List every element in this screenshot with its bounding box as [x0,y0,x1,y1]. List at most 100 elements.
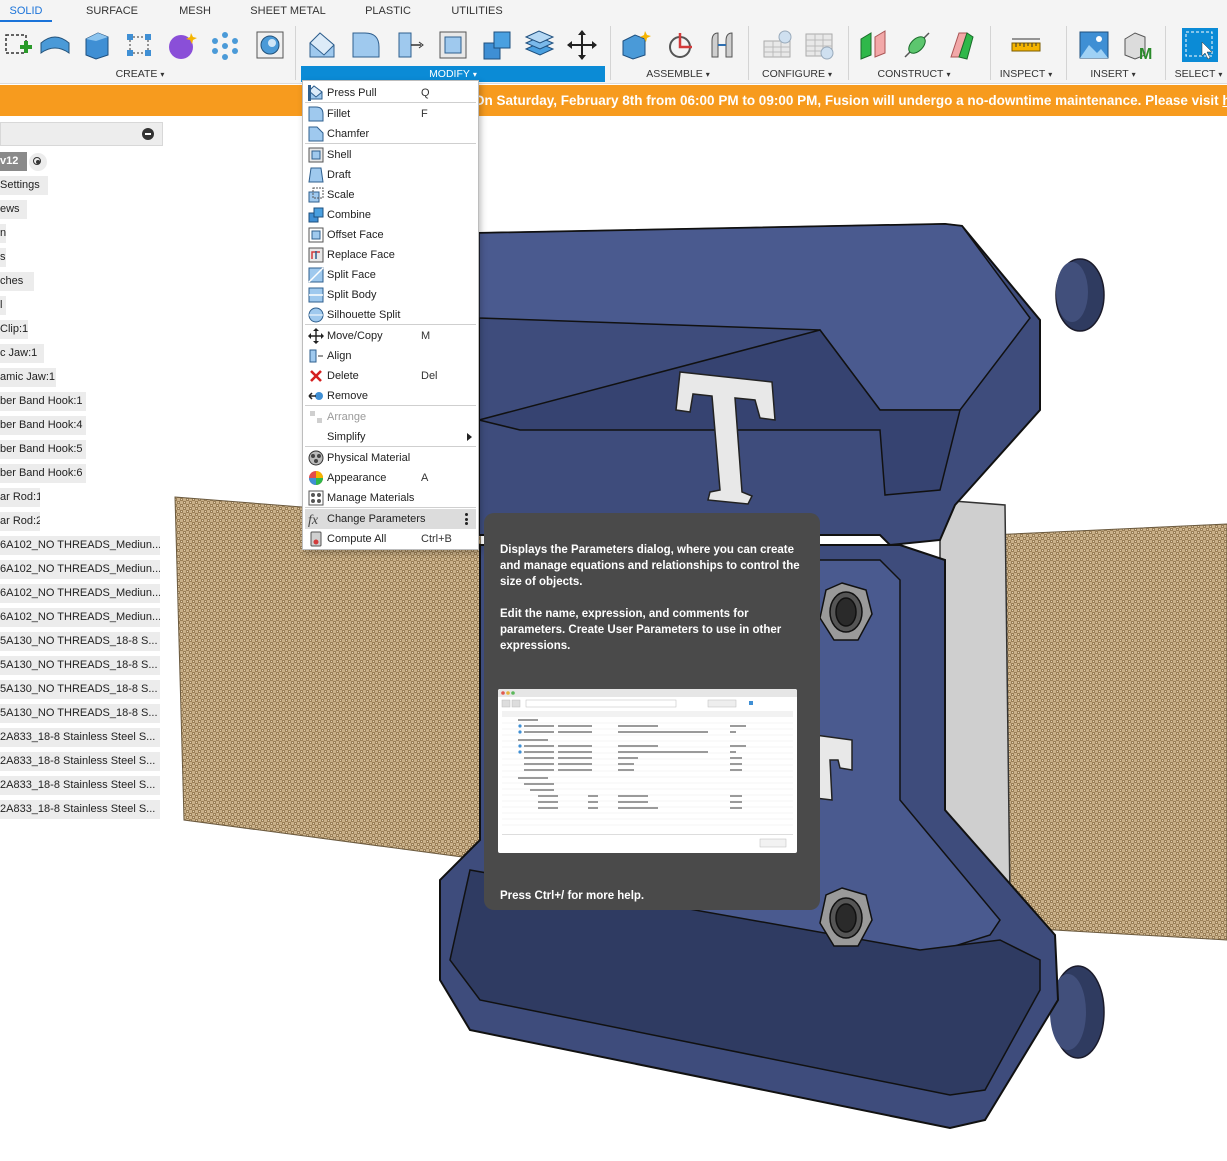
scale-toolbar-button[interactable] [522,25,558,65]
browser-item[interactable]: l [0,296,6,315]
browser-item[interactable]: c Jaw:1 [0,344,44,363]
offset-plane-button[interactable] [856,25,892,65]
assemble-group-label[interactable]: ASSEMBLE ▾ [630,66,726,82]
browser-item[interactable]: ches [0,272,34,291]
browser-item[interactable]: ber Band Hook:5 [0,440,86,459]
browser-item[interactable]: Settings [0,176,48,195]
browser-item[interactable]: 2A833_18-8 Stainless Steel S... [0,800,160,819]
move-toolbar-button[interactable] [565,25,601,65]
menu-item-shell[interactable]: Shell [305,145,476,165]
browser-item[interactable]: 6A102_NO THREADS_Mediun... [0,560,160,579]
configure-rule-button[interactable] [802,25,838,65]
browser-item[interactable]: ar Rod:1 [0,488,40,507]
combine-toolbar-button[interactable] [480,25,516,65]
collapse-icon[interactable] [142,128,154,140]
menu-item-replace-face[interactable]: Replace Face [305,245,476,265]
remove-icon [308,388,324,404]
tab-sheet-metal[interactable]: SHEET METAL [247,0,329,22]
browser-item[interactable]: 6A102_NO THREADS_Mediun... [0,584,160,603]
menu-item-label: Arrange [327,411,367,423]
new-component-button[interactable] [618,25,654,65]
toolbar-separator [1165,26,1166,80]
banner-link[interactable]: he [1222,93,1227,108]
joint-button[interactable] [663,25,699,65]
menu-item-simplify[interactable]: Simplify [305,427,476,447]
menu-item-chamfer[interactable]: Chamfer [305,124,476,144]
tab-plastic[interactable]: PLASTIC [359,0,417,22]
tab-utilities[interactable]: UTILITIES [448,0,506,22]
menu-item-remove[interactable]: Remove [305,386,476,406]
menu-item-draft[interactable]: Draft [305,165,476,185]
fillet-toolbar-button[interactable] [348,25,384,65]
browser-item[interactable]: 6A102_NO THREADS_Mediun... [0,536,160,555]
mirror-button[interactable] [252,25,288,65]
menu-item-split-face[interactable]: Split Face [305,265,476,285]
as-built-joint-button[interactable] [705,25,741,65]
menu-item-press-pull[interactable]: Press Pull Q [305,83,476,103]
shell-toolbar-button[interactable] [392,25,428,65]
point-button[interactable] [944,25,980,65]
browser-version-badge[interactable]: v12 [0,152,27,171]
create-group-label[interactable]: CREATE ▾ [100,66,180,82]
browser-item[interactable]: n [0,224,6,243]
menu-item-delete[interactable]: Delete Del [305,366,476,386]
create-sketch-button[interactable] [0,25,36,65]
menu-item-physical-material[interactable]: Physical Material [305,448,476,468]
menu-item-split-body[interactable]: Split Body [305,285,476,305]
configure-group-label[interactable]: CONFIGURE ▾ [752,66,842,82]
select-group-label[interactable]: SELECT ▾ [1170,66,1227,82]
menu-item-combine[interactable]: Combine [305,205,476,225]
inspect-group-label[interactable]: INSPECT ▾ [994,66,1058,82]
menu-item-silhouette-split[interactable]: Silhouette Split [305,305,476,325]
menu-separator [305,324,476,325]
form-button[interactable] [164,25,200,65]
menu-item-compute-all[interactable]: Compute All Ctrl+B [305,529,476,549]
browser-item[interactable]: ar Rod:2 [0,512,40,531]
browser-item[interactable]: 5A130_NO THREADS_18-8 S... [0,704,160,723]
browser-item[interactable]: ber Band Hook:1 [0,392,86,411]
menu-item-fillet[interactable]: Fillet F [305,104,476,124]
browser-item[interactable]: 6A102_NO THREADS_Mediun... [0,608,160,627]
extrude-button[interactable] [37,25,73,65]
active-component-icon[interactable] [29,153,47,171]
sketch-dimension-button[interactable] [121,25,157,65]
browser-item[interactable]: ber Band Hook:4 [0,416,86,435]
menu-item-appearance[interactable]: Appearance A [305,468,476,488]
axis-icon [904,32,930,58]
browser-item[interactable]: s [0,248,6,267]
browser-item[interactable]: 2A833_18-8 Stainless Steel S... [0,728,160,747]
draft-icon [308,167,324,183]
browser-item[interactable]: Clip:1 [0,320,28,339]
menu-item-change-parameters[interactable]: fx Change Parameters [305,509,476,529]
menu-item-move-copy[interactable]: Move/Copy M [305,326,476,346]
browser-item[interactable]: amic Jaw:1 [0,368,56,387]
insert-mcmaster-button[interactable]: M [1120,25,1156,65]
browser-item[interactable]: 2A833_18-8 Stainless Steel S... [0,752,160,771]
browser-item[interactable]: 5A130_NO THREADS_18-8 S... [0,632,160,651]
select-button[interactable] [1180,25,1220,65]
tab-mesh[interactable]: MESH [172,0,218,22]
insert-group-label[interactable]: INSERT ▾ [1078,66,1148,82]
more-options-icon[interactable] [465,513,468,525]
menu-item-offset-face[interactable]: Offset Face [305,225,476,245]
press-pull-toolbar-button[interactable] [305,25,341,65]
menu-item-align[interactable]: Align [305,346,476,366]
tab-solid[interactable]: SOLID [0,0,52,22]
browser-item[interactable]: 2A833_18-8 Stainless Steel S... [0,776,160,795]
axis-button[interactable] [900,25,936,65]
menu-item-manage-materials[interactable]: Manage Materials [305,488,476,508]
offset-face-toolbar-button[interactable] [436,25,472,65]
browser-item[interactable]: ber Band Hook:6 [0,464,86,483]
configure-table-button[interactable] [760,25,796,65]
browser-item[interactable]: 5A130_NO THREADS_18-8 S... [0,680,160,699]
browser-item[interactable]: 5A130_NO THREADS_18-8 S... [0,656,160,675]
menu-item-scale[interactable]: Scale [305,185,476,205]
construct-group-label[interactable]: CONSTRUCT ▾ [858,66,970,82]
pattern-button[interactable] [207,25,243,65]
tab-surface[interactable]: SURFACE [82,0,142,22]
insert-canvas-button[interactable] [1076,25,1112,65]
browser-item[interactable]: ews [0,200,27,219]
menu-item-shortcut: Del [421,370,438,382]
box-button[interactable] [78,25,114,65]
measure-button[interactable] [1008,25,1044,65]
